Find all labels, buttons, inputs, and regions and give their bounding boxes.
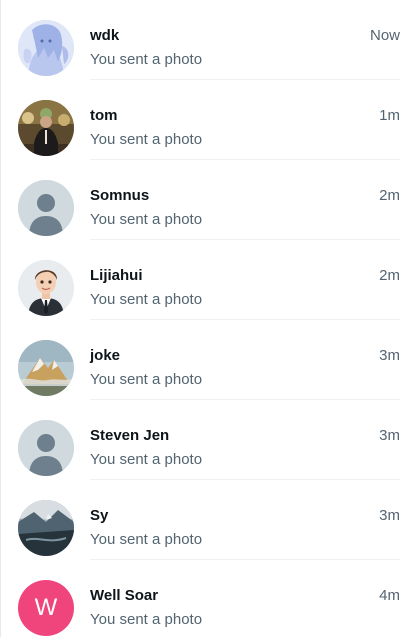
conversation-name: tom [90,107,118,124]
conversation-row[interactable]: W Well Soar 4m You sent a photo [1,560,400,640]
conversation-preview: You sent a photo [90,531,203,548]
conversation-preview: You sent a photo [90,451,203,468]
default-user-avatar-icon[interactable] [18,180,74,236]
anime-art-avatar-icon[interactable] [18,20,74,76]
person-photo-avatar-icon[interactable] [18,100,74,156]
conversation-preview: You sent a photo [90,291,203,308]
letter-avatar-icon[interactable]: W [18,580,74,636]
conversation-time: 3m [379,507,400,524]
conversation-row[interactable]: wdk Now You sent a photo [1,0,400,80]
avatar-letter: W [34,594,58,621]
conversation-preview: You sent a photo [90,131,203,148]
conversation-row[interactable]: Sy 3m You sent a photo [1,480,400,560]
conversation-time: Now [369,27,400,44]
conversation-preview: You sent a photo [90,211,203,228]
conversation-name: Sy [90,507,109,524]
conversation-row[interactable]: Lijiahui 2m You sent a photo [1,240,400,320]
conversation-name: wdk [90,27,120,44]
conversation-time: 2m [379,187,400,204]
conversation-time: 1m [379,107,400,124]
conversation-time: 2m [379,267,400,284]
conversation-row[interactable]: Somnus 2m You sent a photo [1,160,400,240]
conversation-name: joke [90,347,121,364]
conversation-name: Somnus [90,187,150,204]
conversation-time: 4m [379,587,400,604]
landscape-photo-avatar-icon[interactable] [18,500,74,556]
conversation-preview: You sent a photo [90,611,203,628]
conversation-row[interactable]: tom 1m You sent a photo [1,80,400,160]
conversation-time: 3m [379,427,400,444]
conversation-preview: You sent a photo [90,371,203,388]
default-user-avatar-icon[interactable] [18,420,74,476]
conversation-row[interactable]: Steven Jen 3m You sent a photo [1,400,400,480]
conversation-name: Well Soar [90,587,159,604]
conversation-name: Steven Jen [90,427,170,444]
cartoon-man-avatar-icon[interactable] [18,260,74,316]
conversation-list: wdk Now You sent a photo tom 1m You sent… [1,0,400,640]
conversation-name: Lijiahui [90,267,143,284]
mountain-photo-avatar-icon[interactable] [18,340,74,396]
conversation-preview: You sent a photo [90,51,203,68]
conversation-row[interactable]: joke 3m You sent a photo [1,320,400,400]
conversation-time: 3m [379,347,400,364]
